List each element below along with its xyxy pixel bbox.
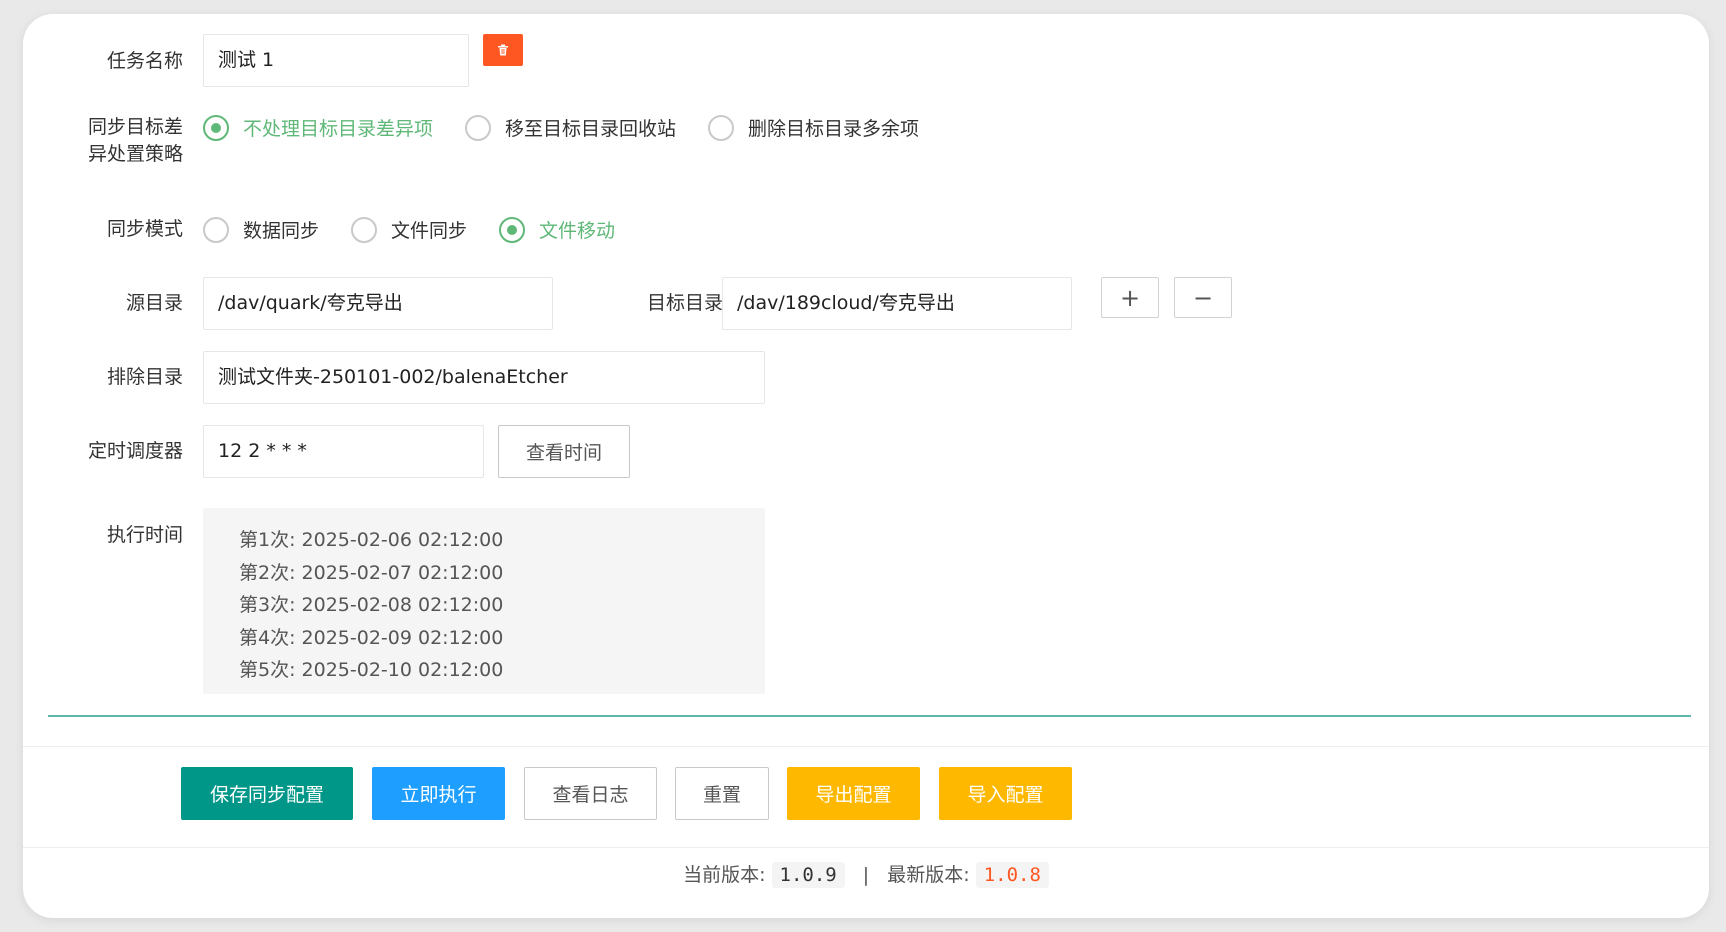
- radio-ring: [499, 216, 526, 243]
- latest-version-value: 1.0.8: [975, 862, 1049, 888]
- view-time-button[interactable]: 查看时间: [498, 425, 630, 478]
- exec-time-label: 执行时间: [106, 524, 183, 546]
- exclude-dir-input[interactable]: 测试文件夹-250101-002/balenaEtcher: [203, 351, 765, 404]
- footer-divider: [23, 847, 1709, 848]
- task-name-label: 任务名称: [106, 50, 183, 72]
- remove-dir-button[interactable]: −: [1174, 277, 1232, 318]
- radio-file-move-label: 文件移动: [539, 220, 616, 242]
- target-dir-input[interactable]: /dav/189cloud/夸克导出: [722, 277, 1072, 330]
- exclude-dir-label: 排除目录: [106, 366, 183, 388]
- strategy-radio-group: 不处理目标目录差异项 移至目标目录回收站 删除目标目录多余项: [203, 114, 951, 141]
- view-logs-button[interactable]: 查看日志: [524, 767, 657, 820]
- radio-ring: [203, 216, 229, 243]
- radio-move-recycle-label: 移至目标目录回收站: [505, 118, 677, 140]
- radio-file-sync-label: 文件同步: [391, 220, 468, 242]
- radio-delete-extra[interactable]: 删除目标目录多余项: [708, 114, 919, 141]
- radio-ring: [351, 216, 378, 243]
- source-dir-label: 源目录: [125, 292, 183, 314]
- cron-input[interactable]: 12 2 * * *: [203, 425, 484, 478]
- toolbar-top-divider: [23, 746, 1709, 747]
- radio-file-move[interactable]: 文件移动: [499, 216, 615, 243]
- version-footer: 当前版本: 1.0.9 | 最新版本: 1.0.8: [23, 860, 1709, 890]
- radio-data-sync-label: 数据同步: [243, 220, 320, 242]
- trash-icon: [498, 44, 508, 56]
- strategy-label-line2: 异处置策略: [87, 143, 183, 165]
- export-config-button[interactable]: 导出配置: [787, 767, 920, 820]
- exec-time-item: 第5次: 2025-02-10 02:12:00: [239, 659, 504, 681]
- save-config-button[interactable]: 保存同步配置: [181, 767, 353, 820]
- exec-time-item: 第1次: 2025-02-06 02:12:00: [239, 529, 504, 551]
- current-version-value: 1.0.9: [771, 862, 845, 888]
- current-version-label: 当前版本:: [683, 864, 766, 886]
- run-now-button[interactable]: 立即执行: [372, 767, 505, 820]
- mode-radio-group: 数据同步 文件同步 文件移动: [203, 216, 647, 243]
- latest-version-label: 最新版本:: [887, 864, 970, 886]
- exec-time-item: 第3次: 2025-02-08 02:12:00: [239, 594, 504, 616]
- radio-ring: [203, 114, 229, 141]
- strategy-label: 同步目标差 异处置策略: [23, 114, 183, 168]
- section-divider: [48, 715, 1691, 717]
- import-config-button[interactable]: 导入配置: [939, 767, 1072, 820]
- radio-ring: [465, 114, 492, 141]
- exec-time-item: 第4次: 2025-02-09 02:12:00: [239, 626, 504, 649]
- radio-delete-extra-label: 删除目标目录多余项: [748, 118, 920, 140]
- exec-time-item: 第2次: 2025-02-07 02:12:00: [239, 561, 504, 584]
- strategy-label-line1: 同步目标差: [87, 116, 183, 138]
- version-separator: |: [862, 864, 870, 886]
- task-name-input[interactable]: 测试 1: [203, 34, 469, 87]
- radio-ignore-diff[interactable]: 不处理目标目录差异项: [203, 114, 433, 141]
- config-card: 任务名称 测试 1 同步目标差 异处置策略 不处理目标目录差异项 移至目标目录回…: [23, 14, 1709, 918]
- exec-time-list: 第1次: 2025-02-06 02:12:00 第2次: 2025-02-07…: [203, 508, 765, 694]
- cron-label: 定时调度器: [87, 440, 183, 462]
- reset-button[interactable]: 重置: [675, 767, 769, 820]
- source-dir-input[interactable]: /dav/quark/夸克导出: [203, 277, 553, 330]
- radio-ring: [708, 114, 735, 141]
- radio-ignore-diff-label: 不处理目标目录差异项: [243, 118, 434, 140]
- radio-move-recycle[interactable]: 移至目标目录回收站: [465, 114, 676, 141]
- radio-file-sync[interactable]: 文件同步: [351, 216, 467, 243]
- delete-task-button[interactable]: [483, 34, 523, 66]
- mode-label: 同步模式: [106, 218, 183, 240]
- target-dir-label: 目标目录: [646, 292, 723, 314]
- radio-data-sync[interactable]: 数据同步: [203, 216, 319, 243]
- add-dir-button[interactable]: +: [1101, 277, 1159, 318]
